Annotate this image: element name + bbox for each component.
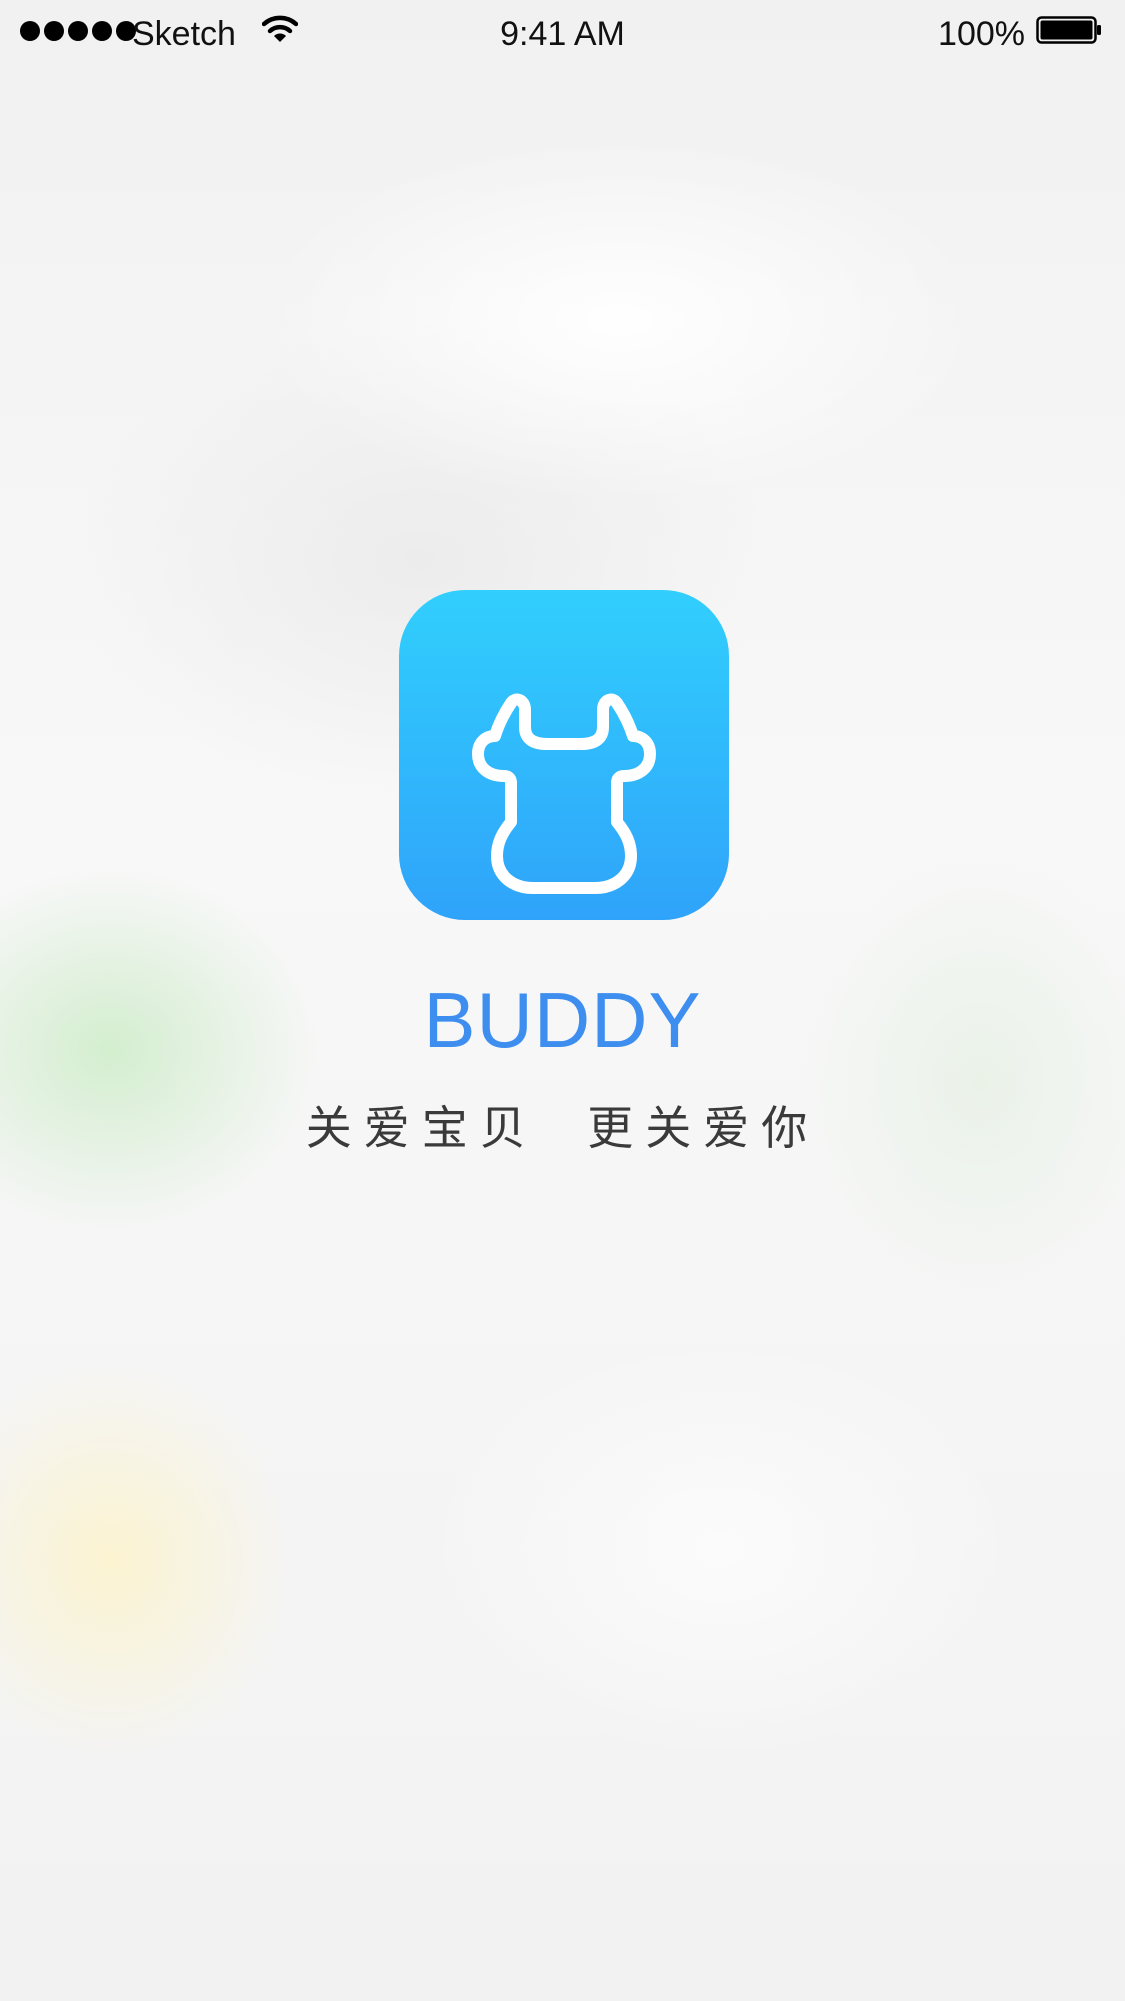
battery-percentage: 100% xyxy=(938,15,1025,53)
app-logo xyxy=(399,590,729,920)
bull-head-icon xyxy=(472,693,656,894)
battery-icon xyxy=(1036,16,1101,44)
app-name: BUDDY xyxy=(423,976,702,1064)
status-bar: Sketch 9:41 AM 100% xyxy=(0,0,1125,66)
slogan: 关爱宝贝 更关爱你 xyxy=(305,1102,820,1154)
